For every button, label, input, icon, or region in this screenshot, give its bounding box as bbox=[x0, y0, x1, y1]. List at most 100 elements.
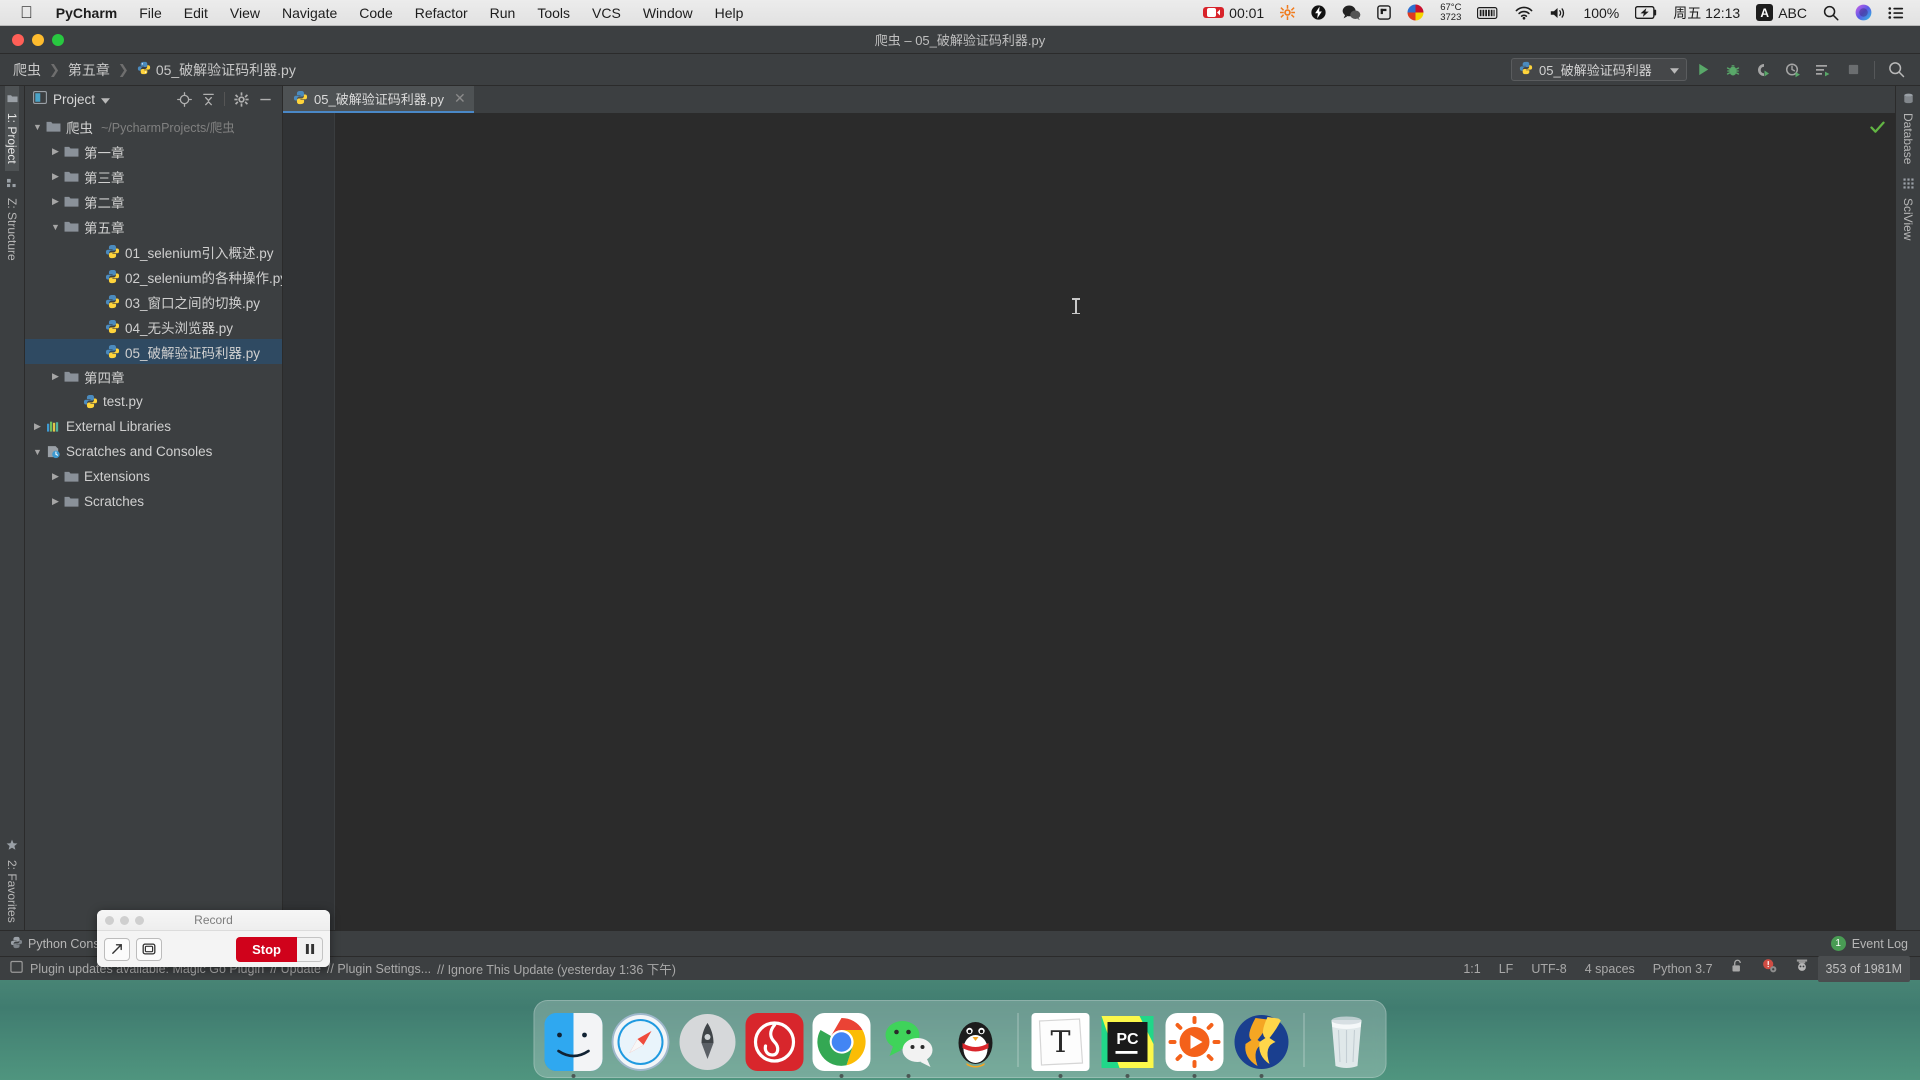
tree-row-file-05[interactable]: 05_破解验证码利器.py bbox=[25, 339, 282, 364]
battery-bars-icon[interactable] bbox=[1469, 6, 1507, 19]
tab-05-py[interactable]: 05_破解验证码利器.py ✕ bbox=[283, 86, 474, 113]
menu-item-run[interactable]: Run bbox=[479, 0, 527, 26]
menu-item-edit[interactable]: Edit bbox=[173, 0, 219, 26]
run-dashboard-icon[interactable] bbox=[1809, 57, 1837, 83]
breadcrumb-item-file[interactable]: 05_破解验证码利器.py bbox=[134, 60, 299, 80]
run-icon[interactable] bbox=[1689, 57, 1717, 83]
dock-item-launchpad[interactable] bbox=[679, 1013, 737, 1071]
menu-item-vcs[interactable]: VCS bbox=[581, 0, 632, 26]
menu-item-file[interactable]: File bbox=[128, 0, 173, 26]
orange-gear-icon[interactable] bbox=[1272, 5, 1303, 20]
dock-item-qq[interactable] bbox=[947, 1013, 1005, 1071]
sidebar-item-project[interactable]: 1: Project bbox=[5, 86, 19, 171]
battery-charging-icon[interactable] bbox=[1627, 6, 1665, 19]
tree-row-chapter5[interactable]: ▼ 第五章 bbox=[25, 214, 282, 239]
menu-item-tools[interactable]: Tools bbox=[526, 0, 581, 26]
bottom-item-event-log[interactable]: Event Log bbox=[1852, 937, 1908, 951]
code-editor[interactable] bbox=[335, 113, 1895, 930]
tree-arrow-expanded-icon[interactable]: ▼ bbox=[31, 122, 44, 132]
editor-gutter[interactable] bbox=[283, 113, 335, 930]
tree-arrow-collapsed-icon[interactable]: ▶ bbox=[49, 371, 62, 382]
tree-arrow-collapsed-icon[interactable]: ▶ bbox=[49, 146, 62, 157]
status-line-separator[interactable]: LF bbox=[1490, 957, 1523, 981]
profile-icon[interactable] bbox=[1779, 57, 1807, 83]
dock-item-wechat[interactable] bbox=[880, 1013, 938, 1078]
tree-row-project-root[interactable]: ▼ 爬虫 ~/PycharmProjects/爬虫 bbox=[25, 114, 282, 139]
screen-record-widget[interactable]: Record Stop bbox=[97, 910, 330, 967]
inspection-ok-icon[interactable] bbox=[1870, 121, 1885, 137]
tree-row-file-02[interactable]: 02_selenium的各种操作.py bbox=[25, 264, 282, 289]
tree-arrow-expanded-icon[interactable]: ▼ bbox=[31, 447, 44, 457]
project-tree[interactable]: ▼ 爬虫 ~/PycharmProjects/爬虫 ▶ 第一章 ▶ 第三章 ▶ … bbox=[25, 112, 282, 930]
siri-icon[interactable] bbox=[1847, 4, 1880, 21]
menu-item-view[interactable]: View bbox=[219, 0, 271, 26]
tree-row-file-03[interactable]: 03_窗口之间的切换.py bbox=[25, 289, 282, 314]
spotlight-search-icon[interactable] bbox=[1815, 5, 1847, 21]
run-with-coverage-icon[interactable] bbox=[1749, 57, 1777, 83]
tree-row-scratches[interactable]: ▶ Scratches bbox=[25, 489, 282, 514]
status-interpreter[interactable]: Python 3.7 bbox=[1644, 957, 1722, 981]
app-square-icon[interactable] bbox=[1369, 5, 1399, 20]
dock-item-typora[interactable]: T bbox=[1031, 1013, 1090, 1078]
tree-row-file-01[interactable]: 01_selenium引入概述.py bbox=[25, 239, 282, 264]
sidebar-item-favorites[interactable]: 2: Favorites bbox=[5, 832, 19, 930]
debug-icon[interactable] bbox=[1719, 57, 1747, 83]
volume-icon[interactable] bbox=[1541, 6, 1575, 20]
menu-item-navigate[interactable]: Navigate bbox=[271, 0, 348, 26]
breadcrumb-item-project[interactable]: 爬虫 bbox=[10, 60, 44, 80]
dock-item-finder[interactable] bbox=[544, 1013, 603, 1078]
hector-icon[interactable] bbox=[1786, 957, 1818, 981]
close-icon[interactable]: ✕ bbox=[454, 90, 466, 107]
tree-row-file-04[interactable]: 04_无头浏览器.py bbox=[25, 314, 282, 339]
tree-arrow-collapsed-icon[interactable]: ▶ bbox=[49, 196, 62, 207]
wifi-icon[interactable] bbox=[1507, 6, 1541, 20]
tree-row-chapter4[interactable]: ▶ 第四章 bbox=[25, 364, 282, 389]
search-everywhere-icon[interactable] bbox=[1882, 57, 1910, 83]
status-indent[interactable]: 4 spaces bbox=[1576, 957, 1644, 981]
tree-row-extensions[interactable]: ▶ Extensions bbox=[25, 464, 282, 489]
rect-select-icon[interactable] bbox=[136, 937, 162, 961]
cpu-temperature-status[interactable]: 67°C 3723 bbox=[1432, 2, 1469, 23]
window-close-button[interactable] bbox=[12, 33, 24, 46]
stop-icon[interactable] bbox=[1839, 57, 1867, 83]
inspection-warning-icon[interactable] bbox=[1753, 957, 1786, 981]
unlock-icon[interactable] bbox=[1722, 957, 1753, 981]
dock-item-netease-music[interactable] bbox=[745, 1013, 804, 1071]
status-link-ignore-update[interactable]: // Ignore This Update (yesterday 1:36 下午… bbox=[437, 959, 676, 978]
tree-arrow-collapsed-icon[interactable]: ▶ bbox=[49, 471, 62, 482]
dock-item-media-player[interactable] bbox=[1165, 1013, 1224, 1078]
scroll-from-source-icon[interactable] bbox=[173, 88, 195, 110]
pie-chart-icon[interactable] bbox=[1399, 4, 1432, 21]
tree-row-test-py[interactable]: test.py bbox=[25, 389, 282, 414]
apple-logo-icon[interactable]:  bbox=[10, 0, 45, 26]
tree-arrow-collapsed-icon[interactable]: ▶ bbox=[49, 496, 62, 507]
hide-panel-icon[interactable] bbox=[254, 88, 276, 110]
status-caret-position[interactable]: 1:1 bbox=[1454, 957, 1489, 981]
pause-icon[interactable] bbox=[297, 936, 323, 962]
dock-item-thunder-download[interactable] bbox=[1233, 1013, 1291, 1078]
dock-item-trash[interactable] bbox=[1318, 1013, 1376, 1071]
notification-icon[interactable] bbox=[10, 960, 24, 977]
memory-indicator[interactable]: 353 of 1981M bbox=[1817, 955, 1910, 982]
clock-date-label[interactable]: 周五 12:13 bbox=[1665, 0, 1748, 26]
tree-row-chapter2[interactable]: ▶ 第二章 bbox=[25, 189, 282, 214]
chevron-down-icon[interactable] bbox=[1670, 62, 1679, 77]
battery-percent-label[interactable]: 100% bbox=[1575, 0, 1627, 26]
wechat-menu-icon[interactable] bbox=[1334, 5, 1369, 20]
stop-recording-button[interactable]: Stop bbox=[236, 936, 297, 962]
menu-item-window[interactable]: Window bbox=[632, 0, 704, 26]
sidebar-item-database[interactable]: Database bbox=[1901, 86, 1915, 171]
tree-arrow-collapsed-icon[interactable]: ▶ bbox=[31, 421, 44, 432]
run-configuration-selector[interactable]: 05_破解验证码利器 bbox=[1511, 58, 1687, 81]
input-source-indicator[interactable]: A ABC bbox=[1748, 0, 1815, 26]
screen-recording-status[interactable]: 00:01 bbox=[1195, 0, 1272, 26]
project-panel-dropdown-icon[interactable] bbox=[101, 92, 111, 107]
status-link-plugin-settings[interactable]: // Plugin Settings... bbox=[327, 962, 431, 976]
tree-row-chapter3[interactable]: ▶ 第三章 bbox=[25, 164, 282, 189]
sidebar-item-sciview[interactable]: SciView bbox=[1901, 171, 1915, 247]
status-encoding[interactable]: UTF-8 bbox=[1522, 957, 1575, 981]
menu-item-refactor[interactable]: Refactor bbox=[404, 0, 479, 26]
gear-icon[interactable] bbox=[230, 88, 252, 110]
tree-row-scratches-consoles[interactable]: ▼ Scratches and Consoles bbox=[25, 439, 282, 464]
pointer-arrow-icon[interactable] bbox=[104, 937, 130, 961]
